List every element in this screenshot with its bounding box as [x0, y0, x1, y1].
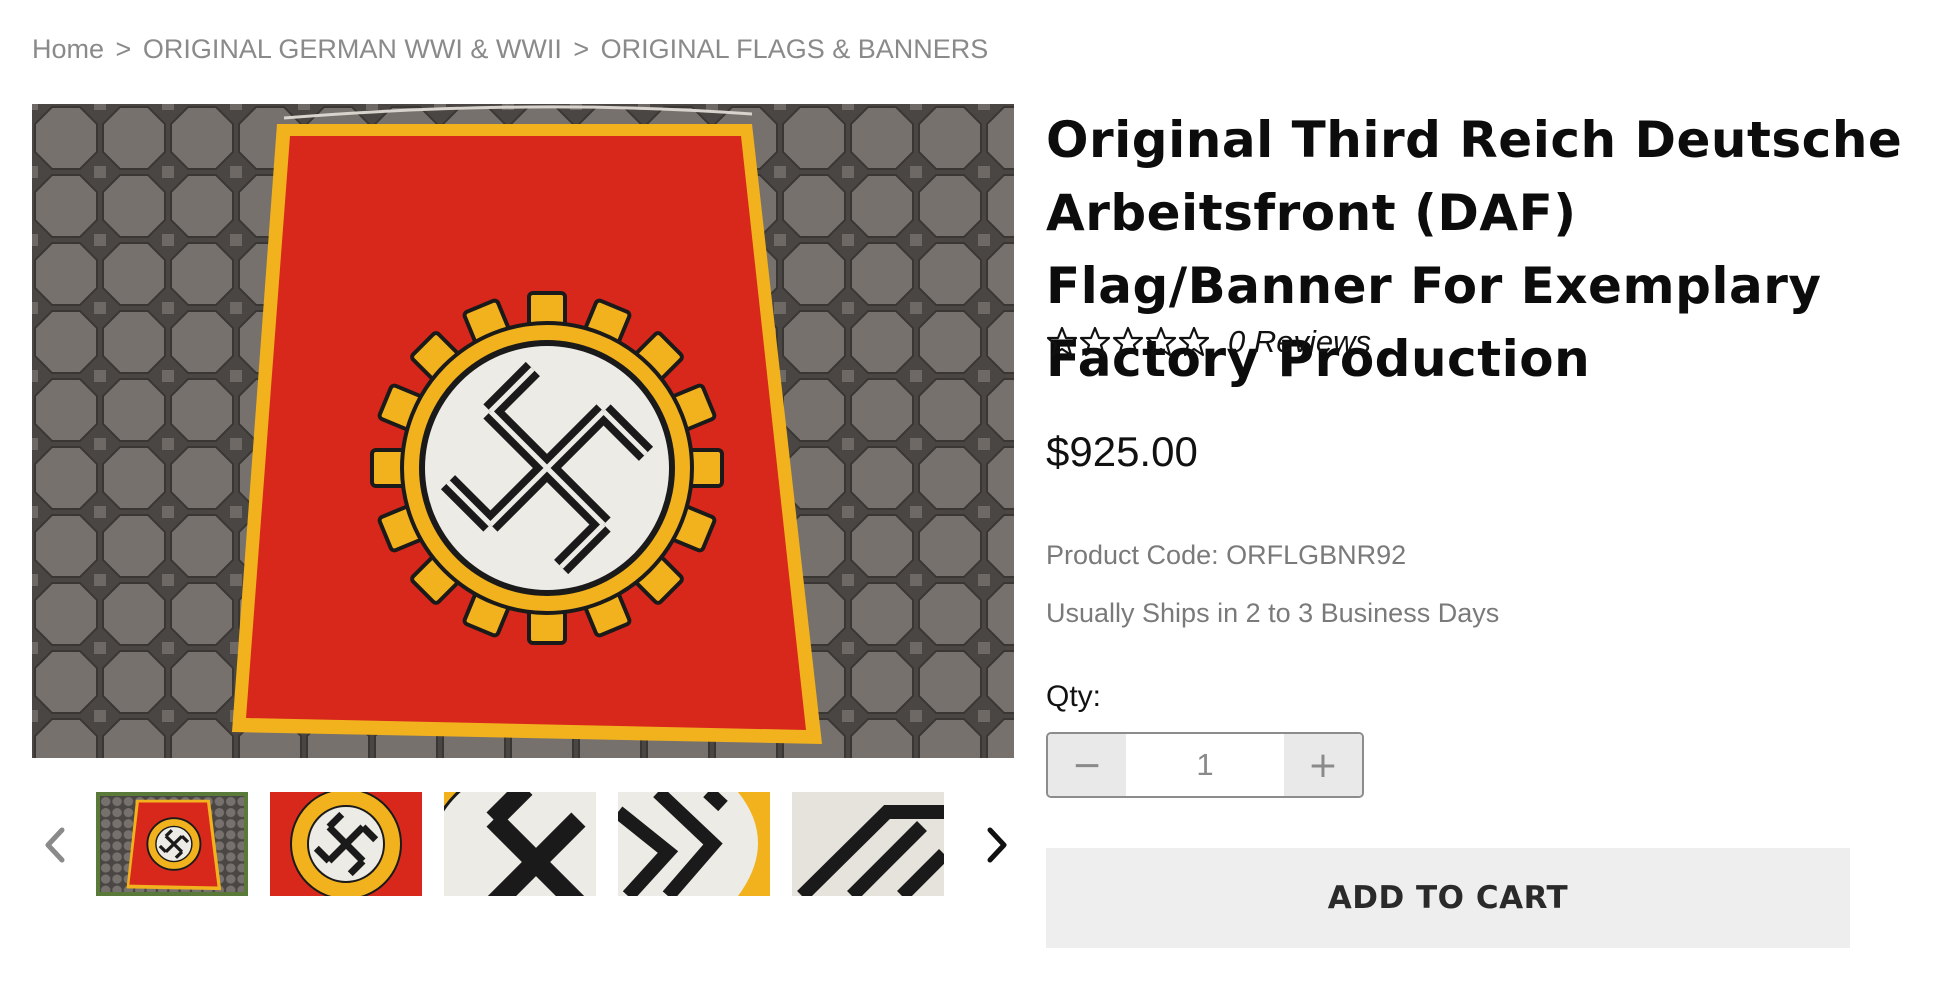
star-empty-icon: [1079, 326, 1111, 357]
product-code: Product Code: ORFLGBNR92: [1046, 540, 1407, 570]
thumbnail-1[interactable]: [96, 792, 248, 896]
chevron-right-icon[interactable]: [976, 820, 1016, 870]
thumbnail-carousel: [32, 792, 1014, 898]
star-empty-icon: [1145, 326, 1177, 357]
add-to-cart-button[interactable]: ADD TO CART: [1046, 848, 1850, 948]
breadcrumb-separator: >: [115, 34, 132, 64]
star-empty-icon: [1046, 326, 1078, 357]
breadcrumb-separator: >: [573, 34, 590, 64]
thumbnail-4[interactable]: [618, 792, 770, 896]
qty-label: Qty:: [1046, 680, 1102, 713]
thumbnail-2[interactable]: [270, 792, 422, 896]
shipping-info: Usually Ships in 2 to 3 Business Days: [1046, 598, 1500, 628]
reviews-link[interactable]: 0 Reviews: [1228, 324, 1371, 360]
qty-increment-button[interactable]: +: [1284, 734, 1362, 796]
qty-input[interactable]: [1126, 734, 1284, 796]
product-rating: 0 Reviews: [1046, 324, 1371, 360]
breadcrumb: Home > ORIGINAL GERMAN WWI & WWII > ORIG…: [32, 34, 988, 65]
star-empty-icon: [1112, 326, 1144, 357]
quantity-stepper: − +: [1046, 732, 1364, 798]
thumbnail-5[interactable]: [792, 792, 944, 896]
qty-decrement-button[interactable]: −: [1048, 734, 1126, 796]
star-empty-icon: [1178, 326, 1210, 357]
breadcrumb-home[interactable]: Home: [32, 34, 104, 64]
thumbnail-3[interactable]: [444, 792, 596, 896]
main-product-image[interactable]: [32, 104, 1014, 758]
breadcrumb-flags-banners[interactable]: ORIGINAL FLAGS & BANNERS: [601, 34, 989, 64]
chevron-left-icon[interactable]: [36, 820, 76, 870]
product-price: $925.00: [1046, 428, 1198, 475]
rating-stars: [1046, 326, 1210, 358]
breadcrumb-german-wwi-wwii[interactable]: ORIGINAL GERMAN WWI & WWII: [143, 34, 562, 64]
product-photo: [32, 104, 1014, 758]
